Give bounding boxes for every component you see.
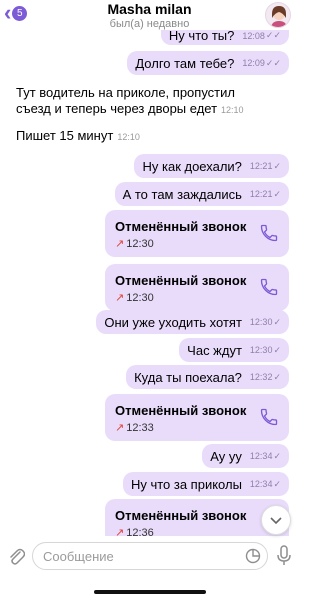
single-check-icon: ✓: [273, 344, 281, 355]
call-time: 12:30: [126, 238, 154, 250]
arrow-up-right-icon: ↗: [115, 238, 125, 250]
message-input-bar: Сообщение: [0, 536, 299, 576]
phone-icon[interactable]: [259, 277, 279, 302]
contact-info[interactable]: Masha milan был(а) недавно: [0, 0, 299, 30]
phone-icon[interactable]: [259, 223, 279, 248]
message-time: 12:34: [249, 451, 273, 461]
cancelled-call-message[interactable]: Отменённый звонок ↗ 12:30: [105, 264, 289, 311]
message-time: 12:10: [221, 105, 244, 115]
sticker-icon[interactable]: [245, 548, 261, 569]
contact-name: Masha milan: [107, 1, 192, 17]
call-title: Отменённый звонок: [115, 219, 247, 234]
message-text: А то там заждались: [122, 186, 242, 202]
message-text: Они уже уходить хотят: [104, 314, 242, 330]
outgoing-message[interactable]: Куда ты поехала? 12:32 ✓: [126, 365, 289, 389]
outgoing-message[interactable]: Ну как доехали? 12:21 ✓: [134, 154, 289, 178]
message-time: 12:21: [249, 161, 273, 171]
call-time: 12:30: [126, 292, 154, 304]
message-text: Ну что за приколы: [130, 476, 242, 492]
phone-icon[interactable]: [259, 407, 279, 432]
home-indicator: [94, 590, 206, 594]
single-check-icon: ✓: [273, 371, 281, 382]
call-title: Отменённый звонок: [115, 403, 247, 418]
message-text: Ау уу: [210, 448, 242, 464]
single-check-icon: ✓: [273, 478, 281, 489]
message-time: 12:09: [242, 58, 265, 68]
contact-status: был(а) недавно: [109, 18, 190, 30]
arrow-up-right-icon: ↗: [115, 527, 125, 536]
message-text: Куда ты поехала?: [134, 369, 242, 385]
microphone-icon[interactable]: [277, 545, 291, 572]
avatar[interactable]: [265, 2, 291, 28]
chevron-down-icon: [270, 517, 282, 525]
message-text: Ну что ты?: [168, 28, 235, 43]
message-time: 12:30: [249, 345, 273, 355]
message-time: 12:21: [249, 189, 273, 199]
outgoing-message[interactable]: Час ждут 12:30 ✓: [179, 338, 289, 362]
message-input-placeholder: Сообщение: [43, 549, 114, 564]
single-check-icon: ✓: [273, 188, 281, 199]
chat-header: ‹ 5 Masha milan был(а) недавно: [0, 0, 299, 30]
message-time: 12:32: [249, 372, 273, 382]
incoming-message[interactable]: Тут водитель на приколе, пропустил съезд…: [16, 85, 256, 118]
single-check-icon: ✓: [273, 316, 281, 327]
outgoing-message[interactable]: Ну что за приколы 12:34 ✓: [122, 472, 289, 496]
message-input[interactable]: Сообщение: [32, 542, 268, 570]
incoming-message[interactable]: Пишет 15 минут 12:10: [16, 128, 140, 145]
single-check-icon: ✓: [273, 160, 281, 171]
call-time: 12:33: [126, 422, 154, 434]
outgoing-message[interactable]: А то там заждались 12:21 ✓: [114, 182, 289, 206]
scroll-down-button[interactable]: [261, 505, 291, 535]
call-title: Отменённый звонок: [115, 508, 247, 523]
cancelled-call-message[interactable]: Отменённый звонок ↗ 12:30: [105, 210, 289, 257]
message-time: 12:08: [242, 30, 265, 41]
outgoing-message[interactable]: Они уже уходить хотят 12:30 ✓: [96, 310, 289, 334]
message-text: Тут водитель на приколе, пропустил съезд…: [16, 85, 235, 116]
message-text: Ну как доехали?: [142, 158, 242, 174]
paperclip-icon[interactable]: [7, 546, 26, 571]
double-check-icon: ✓✓: [265, 57, 281, 68]
message-time: 12:10: [117, 132, 140, 142]
message-list[interactable]: Ну что ты? 12:08 ✓✓ Долго там тебе? 12:0…: [0, 26, 299, 536]
outgoing-message[interactable]: Ау уу 12:34 ✓: [202, 444, 289, 468]
outgoing-message[interactable]: Долго там тебе? 12:09 ✓✓: [127, 51, 289, 75]
message-text: Час ждут: [187, 342, 242, 358]
single-check-icon: ✓: [273, 450, 281, 461]
cancelled-call-message[interactable]: Отменённый звонок ↗ 12:33: [105, 394, 289, 441]
arrow-up-right-icon: ↗: [115, 422, 125, 434]
message-text: Долго там тебе?: [135, 55, 235, 71]
arrow-up-right-icon: ↗: [115, 292, 125, 304]
call-time: 12:36: [126, 527, 154, 536]
message-text: Пишет 15 минут: [16, 128, 114, 143]
double-check-icon: ✓✓: [265, 30, 281, 40]
message-time: 12:34: [249, 479, 273, 489]
call-title: Отменённый звонок: [115, 273, 247, 288]
message-time: 12:30: [249, 317, 273, 327]
